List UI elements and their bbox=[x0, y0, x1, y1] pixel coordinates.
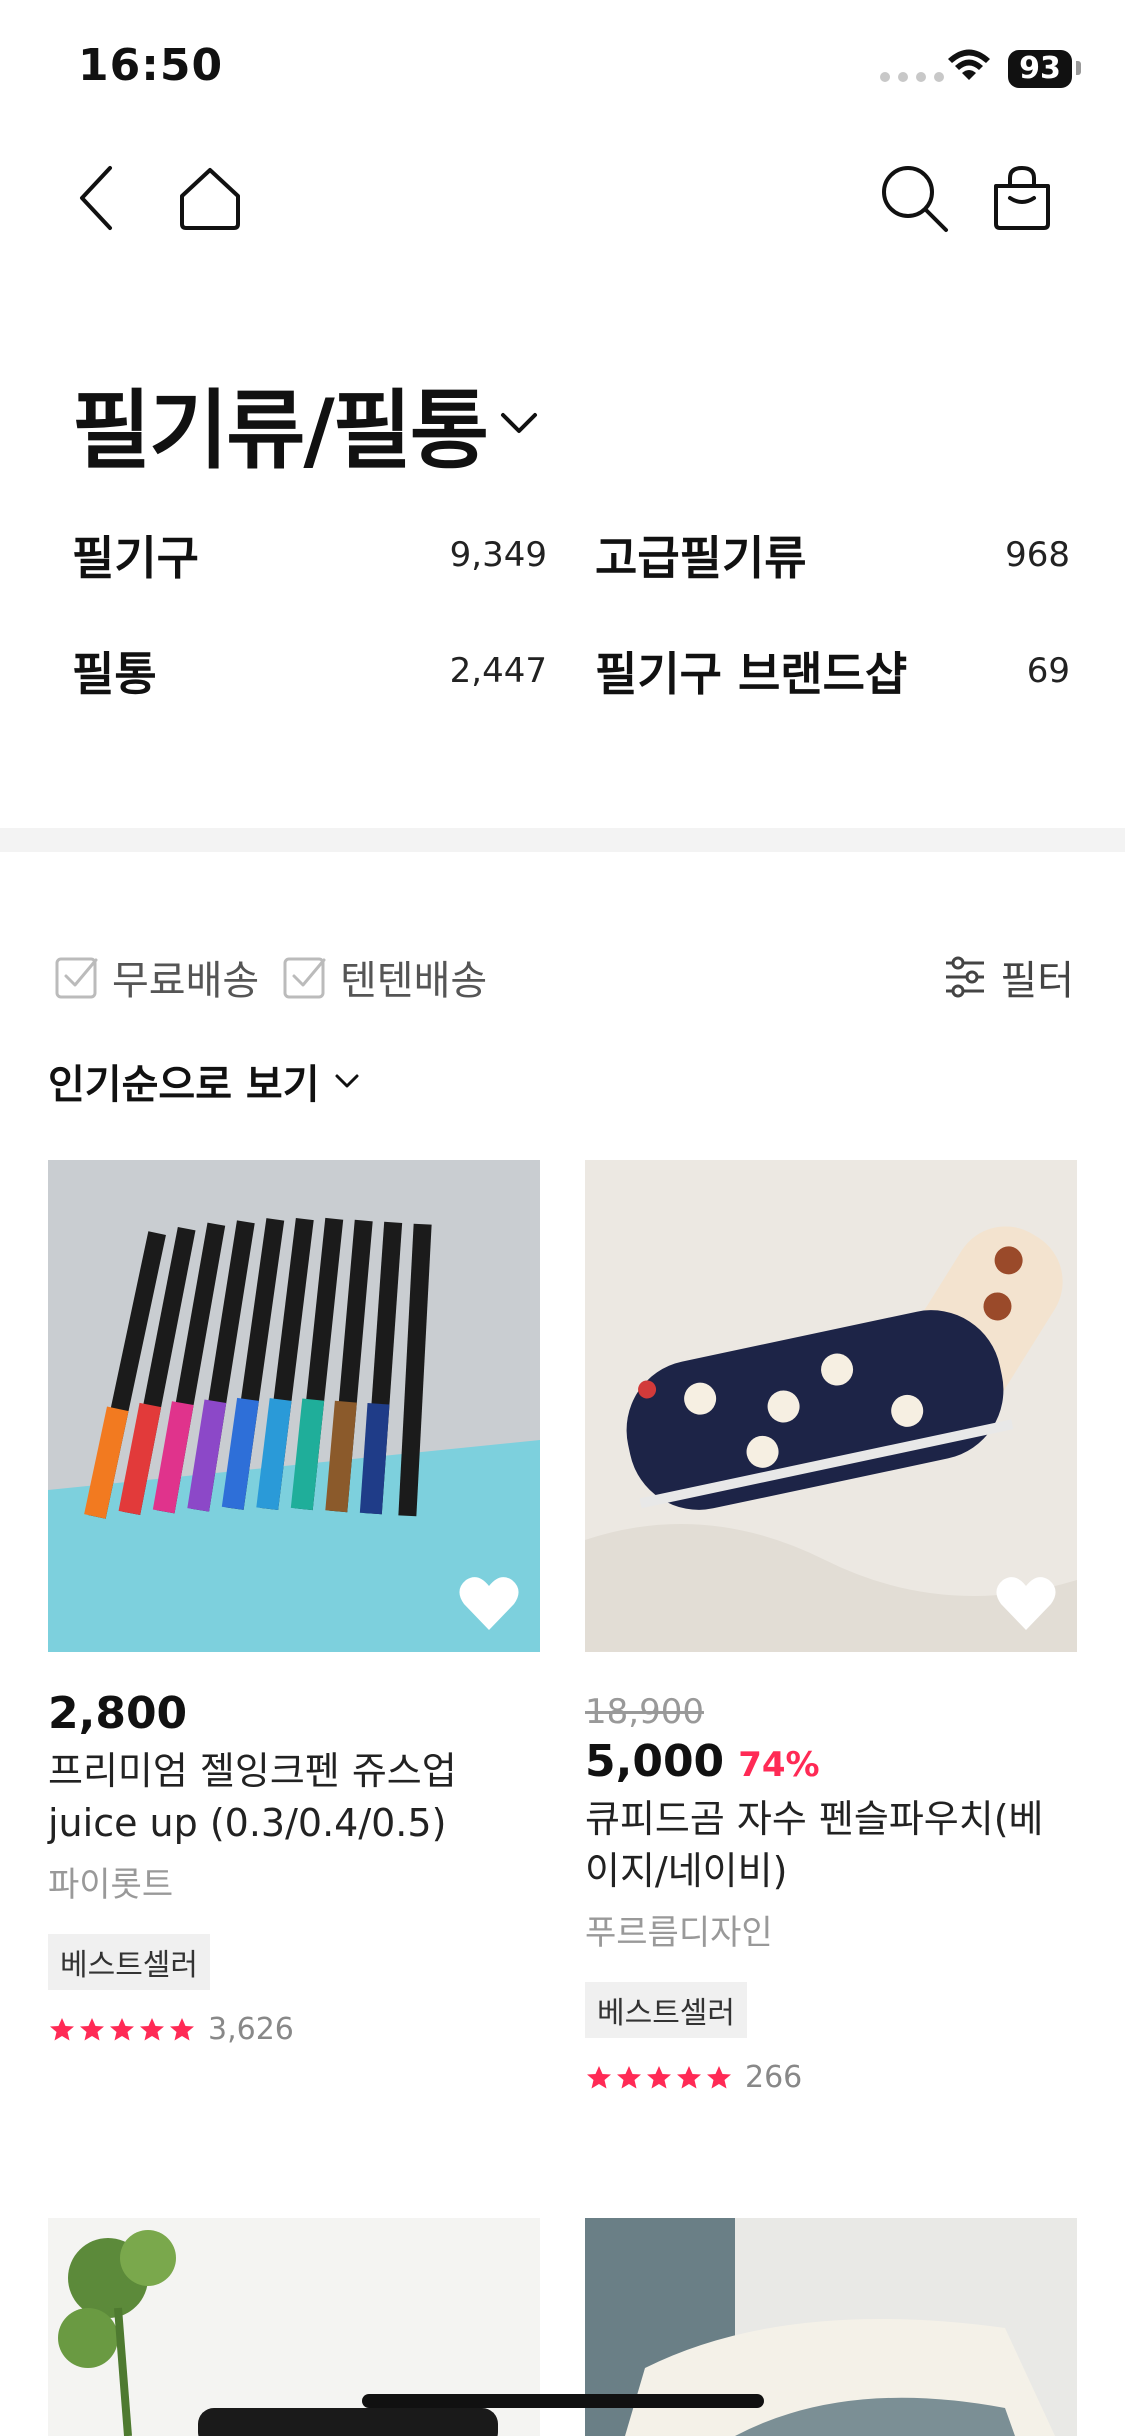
bestseller-badge: 베스트셀러 bbox=[585, 1982, 747, 2038]
chevron-down-icon bbox=[501, 412, 538, 433]
product-brand[interactable]: 푸르름디자인 bbox=[585, 1905, 1077, 1954]
price-line: 5,000 74% bbox=[585, 1736, 1077, 1787]
status-bar: 16:50 93 bbox=[0, 0, 1125, 130]
star-icon bbox=[80, 2017, 104, 2040]
subcategory-item[interactable]: 필기구 9,349 bbox=[72, 520, 547, 590]
star-icon bbox=[110, 2017, 134, 2040]
sort-dropdown[interactable]: 인기순으로 보기 bbox=[48, 1052, 364, 1110]
product-name[interactable]: 프리미엄 젤잉크펜 쥬스업 juice up (0.3/0.4/0.5) bbox=[48, 1745, 540, 1849]
battery-tip bbox=[1076, 61, 1081, 75]
review-count: 266 bbox=[745, 2060, 803, 2095]
discount-rate: 74% bbox=[738, 1745, 820, 1785]
sort-label: 인기순으로 보기 bbox=[48, 1062, 320, 1108]
section-divider bbox=[0, 828, 1125, 852]
filter-row: 무료배송 텐텐배송 필터 bbox=[54, 940, 1074, 1010]
product-image[interactable] bbox=[48, 1160, 540, 1652]
category-title-text: 필기류/필통 bbox=[72, 381, 489, 481]
shopping-bag-icon[interactable] bbox=[984, 160, 1060, 236]
subcategory-item[interactable]: 필기구 브랜드샵 69 bbox=[595, 636, 1070, 706]
product-rating: 3,626 bbox=[48, 2012, 540, 2047]
free-shipping-checkbox[interactable]: 무료배송 bbox=[54, 948, 259, 1006]
heart-icon[interactable] bbox=[458, 1574, 520, 1632]
product-image[interactable] bbox=[585, 1160, 1077, 1652]
filter-label: 필터 bbox=[1000, 958, 1074, 1004]
star-icon bbox=[647, 2065, 671, 2088]
tenten-shipping-label: 텐텐배송 bbox=[340, 958, 488, 1004]
subcategory-count: 69 bbox=[1026, 651, 1070, 691]
battery-icon: 93 bbox=[1008, 50, 1072, 88]
rating-stars bbox=[48, 2016, 196, 2044]
checkbox-icon bbox=[283, 957, 326, 999]
product-name[interactable]: 큐피드곰 자수 펜슬파우치(베이지/네이비) bbox=[585, 1793, 1077, 1897]
subcategory-name: 고급필기류 bbox=[595, 531, 807, 585]
search-icon[interactable] bbox=[876, 160, 952, 236]
star-icon bbox=[140, 2017, 164, 2040]
chevron-down-icon bbox=[335, 1074, 359, 1088]
heart-icon[interactable] bbox=[995, 1574, 1057, 1632]
subcategory-count: 9,349 bbox=[449, 535, 547, 575]
original-price: 18,900 bbox=[585, 1692, 704, 1732]
free-shipping-label: 무료배송 bbox=[112, 958, 260, 1004]
product-brand[interactable]: 파이롯트 bbox=[48, 1857, 540, 1906]
price-line: 2,800 bbox=[48, 1688, 540, 1739]
back-icon[interactable] bbox=[62, 160, 138, 236]
checkbox-icon bbox=[55, 957, 98, 999]
product-rating: 266 bbox=[585, 2060, 1077, 2095]
filter-button[interactable]: 필터 bbox=[942, 948, 1074, 1006]
review-count: 3,626 bbox=[208, 2012, 294, 2047]
wifi-icon bbox=[948, 49, 990, 80]
product-price: 5,000 bbox=[585, 1736, 725, 1787]
subcategory-item[interactable]: 고급필기류 968 bbox=[595, 520, 1070, 590]
star-icon bbox=[707, 2065, 731, 2088]
star-icon bbox=[50, 2017, 74, 2040]
product-price: 2,800 bbox=[48, 1688, 188, 1739]
top-nav bbox=[0, 140, 1125, 250]
star-icon bbox=[677, 2065, 701, 2088]
tenten-shipping-checkbox[interactable]: 텐텐배송 bbox=[282, 948, 487, 1006]
product-card[interactable]: 18,900 5,000 74% 큐피드곰 자수 펜슬파우치(베이지/네이비) … bbox=[585, 1160, 1077, 2095]
subcategory-item[interactable]: 필통 2,447 bbox=[72, 636, 547, 706]
product-card[interactable]: 2,800 프리미엄 젤잉크펜 쥬스업 juice up (0.3/0.4/0.… bbox=[48, 1160, 540, 2047]
subcategory-name: 필통 bbox=[72, 647, 157, 701]
filter-sliders-icon bbox=[946, 956, 985, 998]
subcategory-name: 필기구 브랜드샵 bbox=[595, 647, 908, 701]
bestseller-badge: 베스트셀러 bbox=[48, 1934, 210, 1990]
subcategory-count: 2,447 bbox=[449, 651, 547, 691]
category-title[interactable]: 필기류/필통 bbox=[72, 360, 543, 485]
rating-stars bbox=[585, 2064, 733, 2092]
subcategory-count: 968 bbox=[1005, 535, 1070, 575]
home-indicator bbox=[362, 2394, 764, 2408]
signal-icon bbox=[880, 72, 944, 82]
home-icon[interactable] bbox=[172, 160, 248, 236]
star-icon bbox=[617, 2065, 641, 2088]
star-icon bbox=[587, 2065, 611, 2088]
star-icon bbox=[170, 2017, 194, 2040]
status-time: 16:50 bbox=[78, 40, 224, 91]
subcategory-name: 필기구 bbox=[72, 531, 199, 585]
